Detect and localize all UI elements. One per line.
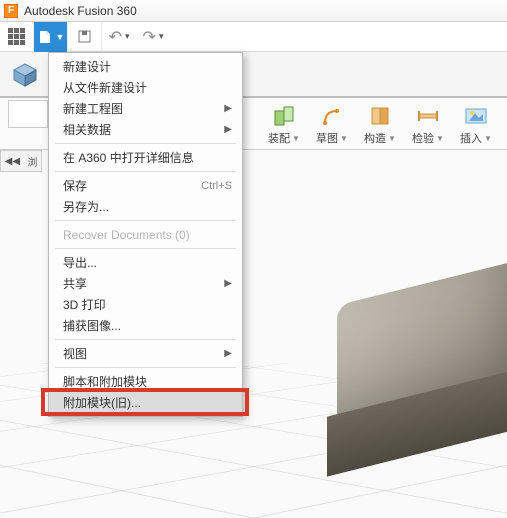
menu-item: Recover Documents (0) xyxy=(49,224,242,245)
file-menu-button[interactable]: ▼ xyxy=(34,22,68,52)
ribbon-inspect[interactable]: 检验▼ xyxy=(404,98,452,146)
menu-item-label: 从文件新建设计 xyxy=(63,79,147,96)
redo-button[interactable]: ↷▾ xyxy=(136,22,170,52)
submenu-arrow-icon: ▶ xyxy=(224,348,232,359)
menu-item[interactable]: 3D 打印 xyxy=(49,294,242,315)
title-bar: F Autodesk Fusion 360 xyxy=(0,0,507,22)
submenu-arrow-icon: ▶ xyxy=(224,103,232,114)
file-dropdown-menu: 新建设计从文件新建设计新建工程图 ▶ 相关数据 ▶ 在 A360 中打开详细信息保存 Ct… xyxy=(48,52,243,417)
main-toolbar: ▼ ↶▾ ↷▾ xyxy=(0,22,507,52)
menu-item-label: 3D 打印 xyxy=(63,296,106,313)
save-icon xyxy=(77,29,92,44)
menu-item[interactable]: 视图 ▶ xyxy=(49,343,242,364)
inspect-icon xyxy=(415,103,441,129)
redo-icon: ↷ xyxy=(143,27,156,47)
ribbon-construct[interactable]: 构造▼ xyxy=(356,98,404,146)
menu-item-label: 保存 xyxy=(63,177,87,194)
rewind-icon: ◀◀ xyxy=(5,156,20,167)
submenu-arrow-icon: ▶ xyxy=(224,278,232,289)
menu-item-label: 在 A360 中打开详细信息 xyxy=(63,149,194,166)
menu-separator xyxy=(55,248,236,249)
chevron-down-icon: ▼ xyxy=(340,134,348,143)
menu-item[interactable]: 导出... xyxy=(49,252,242,273)
model-body[interactable] xyxy=(307,248,507,518)
menu-item[interactable]: 相关数据 ▶ xyxy=(49,119,242,140)
menu-item-label: 新建设计 xyxy=(63,58,111,75)
submenu-arrow-icon: ▶ xyxy=(224,124,232,135)
ribbon-label: 检验 xyxy=(412,130,434,146)
menu-separator xyxy=(55,220,236,221)
app-title: Autodesk Fusion 360 xyxy=(24,4,137,18)
save-button[interactable] xyxy=(68,22,102,52)
menu-separator xyxy=(55,339,236,340)
chevron-down-icon: ▼ xyxy=(292,134,300,143)
menu-separator xyxy=(55,171,236,172)
menu-item[interactable]: 附加模块(旧)... xyxy=(49,392,242,413)
assemble-icon xyxy=(271,103,297,129)
menu-item-label: 相关数据 xyxy=(63,121,111,138)
browser-label: 浏 xyxy=(27,154,37,169)
document-tab[interactable] xyxy=(8,100,48,128)
menu-item[interactable]: 脚本和附加模块 xyxy=(49,371,242,392)
menu-item[interactable]: 在 A360 中打开详细信息 xyxy=(49,147,242,168)
menu-separator xyxy=(55,143,236,144)
menu-item-label: 另存为... xyxy=(63,198,109,215)
file-icon xyxy=(37,29,53,45)
undo-button[interactable]: ↶▾ xyxy=(102,22,136,52)
menu-item-label: 捕获图像... xyxy=(63,317,121,334)
chevron-down-icon: ▼ xyxy=(56,32,65,42)
ribbon-label: 装配 xyxy=(268,130,290,146)
menu-item[interactable]: 保存 Ctrl+S xyxy=(49,175,242,196)
ribbon-insert[interactable]: 插入▼ xyxy=(452,98,500,146)
menu-item-label: 新建工程图 xyxy=(63,100,123,117)
chevron-down-icon: ▼ xyxy=(388,134,396,143)
menu-item[interactable]: 捕获图像... xyxy=(49,315,242,336)
ribbon-sketch[interactable]: 草图▼ xyxy=(308,98,356,146)
menu-item-label: Recover Documents (0) xyxy=(63,228,190,242)
data-panel-button[interactable] xyxy=(0,22,34,52)
menu-item[interactable]: 新建设计 xyxy=(49,56,242,77)
menu-item[interactable]: 共享 ▶ xyxy=(49,273,242,294)
sketch-icon xyxy=(319,103,345,129)
chevron-down-icon: ▼ xyxy=(484,134,492,143)
menu-item-label: 导出... xyxy=(63,254,97,271)
insert-icon xyxy=(463,103,489,129)
app-icon: F xyxy=(4,4,18,18)
ribbon-label: 构造 xyxy=(364,130,386,146)
construct-icon xyxy=(367,103,393,129)
undo-icon: ↶ xyxy=(109,27,122,47)
menu-item-label: 脚本和附加模块 xyxy=(63,373,147,390)
menu-item[interactable]: 另存为... xyxy=(49,196,242,217)
menu-item[interactable]: 新建工程图 ▶ xyxy=(49,98,242,119)
ribbon-assemble[interactable]: 装配▼ xyxy=(260,98,308,146)
menu-shortcut: Ctrl+S xyxy=(201,180,232,192)
menu-separator xyxy=(55,367,236,368)
menu-item-label: 视图 xyxy=(63,345,87,362)
ribbon-label: 草图 xyxy=(316,130,338,146)
menu-item-label: 附加模块(旧)... xyxy=(63,394,141,411)
menu-item-label: 共享 xyxy=(63,275,87,292)
ribbon-label: 插入 xyxy=(460,130,482,146)
browser-collapse[interactable]: ◀◀ 浏 xyxy=(0,150,42,172)
workspace-switcher[interactable] xyxy=(12,62,38,88)
menu-item[interactable]: 从文件新建设计 xyxy=(49,77,242,98)
chevron-down-icon: ▼ xyxy=(436,134,444,143)
